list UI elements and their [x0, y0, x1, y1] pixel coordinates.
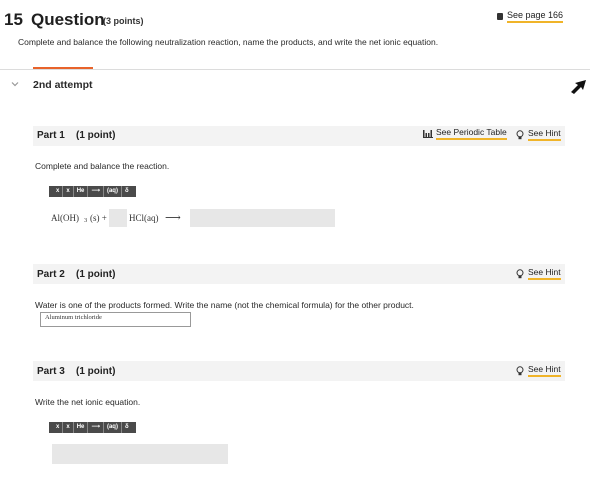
periodic-table-icon [423, 130, 433, 138]
delta-button[interactable]: δ [122, 422, 132, 433]
question-label: Question [31, 10, 105, 29]
lightbulb-icon [516, 365, 524, 375]
state-button[interactable]: (aq) [104, 422, 122, 433]
book-icon [497, 13, 503, 20]
see-page-label: See page 166 [507, 10, 564, 23]
hint-label: See Hint [528, 364, 561, 377]
part1-prompt: Complete and balance the reaction. [35, 161, 170, 171]
part1-points: (1 point) [76, 130, 116, 141]
lightbulb-icon [516, 129, 524, 139]
attempt-label[interactable]: 2nd attempt [33, 79, 93, 91]
pin-icon[interactable] [569, 78, 589, 94]
part3-points: (1 point) [76, 366, 116, 377]
periodic-table-label: See Periodic Table [436, 127, 507, 140]
part3-prompt: Write the net ionic equation. [35, 397, 141, 407]
part1-equation: Al(OH) 3 (s) + HCl(aq) ⟶ [49, 208, 339, 228]
lightbulb-icon [516, 268, 524, 278]
hint-label: See Hint [528, 128, 561, 141]
see-periodic-table-link[interactable]: See Periodic Table [423, 127, 507, 140]
part2-points: (1 point) [76, 269, 116, 280]
part3-toolbar: x x He ⟶ (aq) δ [49, 422, 136, 433]
part2-prompt: Water is one of the products formed. Wri… [35, 300, 414, 310]
delta-button[interactable]: δ [122, 186, 132, 197]
arrow-button[interactable]: ⟶ [88, 186, 104, 197]
reactant-formula: Al(OH) [51, 213, 79, 223]
arrow-button[interactable]: ⟶ [88, 422, 104, 433]
part3-title: Part 3 [37, 366, 65, 377]
part1-hint-link[interactable]: See Hint [516, 128, 561, 141]
element-button[interactable]: He [74, 422, 89, 433]
part2-hint-link[interactable]: See Hint [516, 267, 561, 280]
divider [0, 69, 590, 70]
state-button[interactable]: (aq) [104, 186, 122, 197]
superscript-button[interactable]: x [63, 422, 74, 433]
superscript-button[interactable]: x [63, 186, 74, 197]
subscript-button[interactable]: x [53, 186, 64, 197]
element-button[interactable]: He [74, 186, 89, 197]
subscript-button[interactable]: x [53, 422, 64, 433]
part1-title: Part 1 [37, 130, 65, 141]
products-input[interactable] [190, 209, 335, 227]
coefficient-input[interactable] [109, 209, 127, 227]
part1-toolbar: x x He ⟶ (aq) δ [49, 186, 136, 197]
reactant-state: (s) + [90, 213, 107, 223]
part3-hint-link[interactable]: See Hint [516, 364, 561, 377]
hint-label: See Hint [528, 267, 561, 280]
chevron-down-icon[interactable] [11, 80, 19, 88]
reactant-subscript: 3 [84, 217, 88, 224]
net-ionic-equation-input[interactable] [52, 444, 228, 464]
product-name-field[interactable]: Aluminum trichloride [40, 312, 191, 327]
question-instructions: Complete and balance the following neutr… [18, 37, 439, 47]
part2-title: Part 2 [37, 269, 65, 280]
question-number: 15 [4, 10, 23, 29]
reaction-arrow: ⟶ [165, 212, 181, 224]
question-points: (3 points) [103, 16, 144, 26]
hcl-formula: HCl(aq) [129, 213, 159, 223]
see-page-link[interactable]: See page 166 [497, 10, 564, 23]
